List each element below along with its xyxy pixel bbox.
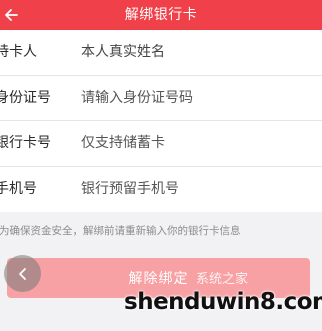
id-number-field[interactable]: 请输入身份证号码 (81, 76, 193, 120)
phone-field[interactable]: 银行预留手机号 (81, 167, 179, 211)
phone-label: 手机号 (0, 180, 37, 197)
phone-row: 手机号 银行预留手机号 (0, 167, 322, 213)
card-number-row: 银行卡号 仅支持储蓄卡 (0, 121, 322, 167)
watermark: shenduwin8.com (124, 289, 322, 315)
card-number-field[interactable]: 仅支持储蓄卡 (81, 121, 165, 165)
unbind-card-page: 解绑银行卡 持卡人 本人真实姓名 身份证号 请输入身份证号码 银行卡号 仅支持储… (0, 0, 322, 331)
unbind-button-label: 解除绑定 (128, 271, 189, 287)
cardholder-field[interactable]: 本人真实姓名 (81, 30, 165, 74)
page-title: 解绑银行卡 (124, 7, 198, 23)
floating-back-button[interactable] (4, 255, 41, 292)
id-number-label: 身份证号 (0, 89, 51, 106)
cardholder-label: 持卡人 (0, 44, 37, 60)
chevron-left-icon (18, 267, 26, 280)
card-form: 持卡人 本人真实姓名 身份证号 请输入身份证号码 银行卡号 仅支持储蓄卡 手机号… (0, 30, 322, 212)
top-bar: 解绑银行卡 (0, 0, 322, 30)
id-number-row: 身份证号 请输入身份证号码 (0, 76, 322, 121)
watermark-subtitle: 系统之家 (196, 272, 249, 287)
security-notice: 为确保资金安全，解绑前请重新输入你的银行卡信息 (0, 225, 241, 237)
card-number-label: 银行卡号 (0, 135, 51, 151)
cardholder-row: 持卡人 本人真实姓名 (0, 30, 322, 76)
